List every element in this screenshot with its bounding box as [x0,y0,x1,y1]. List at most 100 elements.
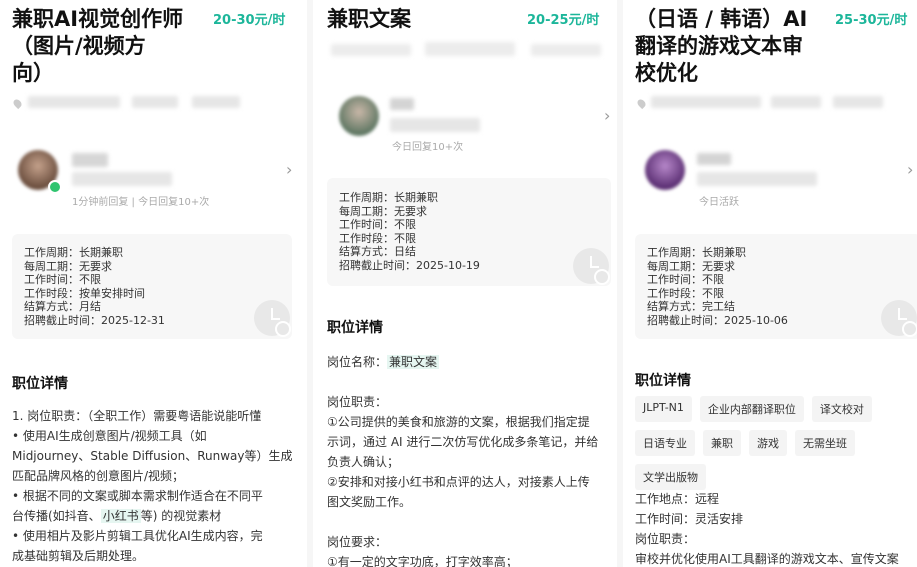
recruiter-name-redacted [390,98,414,110]
desc-line: 图文奖励工作。 [327,495,412,509]
clock-icon [254,300,291,337]
desc-line: 工作地点：远程 [635,492,720,506]
location-text-redacted [132,96,178,108]
info-weekly: 每周工期：无要求 [647,259,735,273]
location-text-redacted [192,96,240,108]
tag[interactable]: 译文校对 [811,396,872,422]
job-title-line: （图片/视频方 [12,34,146,58]
info-period: 工作周期：长期兼职 [647,246,746,259]
recruiter-name-redacted [697,153,731,165]
desc-line: Midjourney、Stable Diffusion、Runway等）生成 [12,449,293,463]
desc-line: • 根据不同的文案或脚本需求制作适合在不同平 [12,489,263,503]
highlight-link[interactable]: 小红书 [100,509,141,523]
chevron-right-icon[interactable]: › [286,160,292,179]
reply-stats: 今日活跃 [699,197,739,208]
info-weekly: 每周工期：无要求 [24,259,112,273]
job-title-line: 校优化 [635,61,698,85]
job-description: 1. 岗位职责：（全职工作）需要粤语能说能听懂 • 使用AI生成创意图片/视频工… [12,406,302,566]
location-text-redacted [833,96,883,108]
job-description: 岗位名称： 兼职文案 岗位职责： ①公司提供的美食和旅游的文案，根据我们指定提 示… [327,352,617,567]
salary-label: 20-30元/时 [213,13,286,28]
job-info-box: 工作周期：长期兼职 每周工期：无要求 工作时间：不限 工作时段：按单安排时间 结… [12,234,292,339]
location-text-redacted [28,96,120,108]
chevron-right-icon[interactable]: › [604,106,610,125]
desc-line: • 使用相片及影片剪辑工具优化AI生成内容，完 [12,529,263,543]
position-name-line: 岗位名称： 兼职文案 [327,352,617,372]
recruiter-company-redacted [72,172,172,186]
job-card-copywriter[interactable]: 兼职文案 20-25元/时 今日回复10+次 › 工作周期：长期兼职 每周工期：… [307,0,617,567]
section-title: 职位详情 [635,373,691,389]
section-title: 职位详情 [12,376,68,392]
location-text-redacted [651,96,761,108]
desc-line: ①有一定的文字功底，打字效率高； [327,555,518,567]
salary-label: 20-25元/时 [527,13,600,28]
job-title-line: （日语 / 韩语）AI [635,7,808,31]
desc-line: 示词，通过 AI 进行二次仿写优化成多条笔记，并给 [327,435,599,449]
job-title: （日语 / 韩语）AI 翻译的游戏文本审 校优化 [635,6,807,87]
location-icon [635,97,648,110]
tag[interactable]: 日语专业 [635,430,695,456]
tag[interactable]: 文学出版物 [635,464,706,490]
info-hours: 工作时间：不限 [647,273,724,287]
recruiter-avatar[interactable] [645,150,685,190]
job-listings-collage: 兼职AI视觉创作师 （图片/视频方 向） 20-30元/时 1分钟前回复 | 今… [0,0,917,567]
desc-line: 台传播(如抖音、 小红书 等) 的视觉素材 [12,506,302,526]
desc-line: ②安排和对接小红书和点评的达人，对接素人上传 [327,475,590,489]
info-timeslot: 工作时段：按单安排时间 [24,286,145,300]
location-text-redacted [425,42,515,56]
desc-line: 成基础剪辑及后期处理。 [12,549,145,563]
location-text-redacted [531,44,601,56]
salary-label: 25-30元/时 [835,13,908,28]
location-text-redacted [331,44,411,56]
info-hours: 工作时间：不限 [339,218,416,232]
position-label: 岗位名称： [327,355,388,369]
desc-line: 岗位职责： [635,532,696,546]
desc-text: 台传播(如抖音、 [12,509,101,523]
desc-line: 负责人确认； [327,455,400,469]
info-settlement: 结算方式：完工结 [647,300,735,314]
clock-icon [881,300,917,337]
recruiter-avatar[interactable] [339,96,379,136]
job-info-box: 工作周期：长期兼职 每周工期：无要求 工作时间：不限 工作时段：不限 结算方式：… [635,234,917,339]
info-deadline: 招聘截止时间：2025-10-19 [339,258,480,272]
job-title-line: 向） [12,61,54,85]
job-card-translation[interactable]: （日语 / 韩语）AI 翻译的游戏文本审 校优化 25-30元/时 今日活跃 ›… [617,0,917,567]
info-timeslot: 工作时段：不限 [647,286,724,300]
desc-line: 匹配品牌风格的创意图片/视频； [12,469,185,483]
info-deadline: 招聘截止时间：2025-12-31 [24,313,165,327]
location-text-redacted [771,96,821,108]
desc-line: 1. 岗位职责：（全职工作）需要粤语能说能听懂 [12,409,262,423]
recruiter-name-redacted [72,153,108,167]
chevron-right-icon[interactable]: › [907,160,913,179]
position-name-tag[interactable]: 兼职文案 [387,355,440,369]
tag[interactable]: 无需坐班 [795,430,855,456]
desc-line: • 使用AI生成创意图片/视频工具（如 [12,429,207,443]
info-hours: 工作时间：不限 [24,273,101,287]
recruiter-company-redacted [390,118,480,132]
job-title-line: 兼职AI视觉创作师 [12,7,184,31]
job-title: 兼职文案 [327,7,411,31]
desc-line: ①公司提供的美食和旅游的文案，根据我们指定提 [327,415,590,429]
job-title: 兼职AI视觉创作师 （图片/视频方 向） [12,6,183,87]
info-deadline: 招聘截止时间：2025-10-06 [647,313,788,327]
job-title-line: 翻译的游戏文本审 [635,34,803,58]
job-info-box: 工作周期：长期兼职 每周工期：无要求 工作时间：不限 工作时段：不限 结算方式：… [327,178,611,286]
tag[interactable]: JLPT-N1 [635,396,692,422]
duties-title: 岗位职责： [327,395,388,409]
reply-stats: 1分钟前回复 | 今日回复10+次 [72,197,210,208]
location-icon [11,97,24,110]
info-period: 工作周期：长期兼职 [339,191,438,204]
info-period: 工作周期：长期兼职 [24,246,123,259]
requirements-title: 岗位要求： [327,535,388,549]
tag[interactable]: 游戏 [749,430,787,456]
tag[interactable]: 兼职 [703,430,741,456]
desc-text: 等) 的视觉素材 [140,509,222,523]
reply-stats: 今日回复10+次 [392,142,464,153]
tag-list: JLPT-N1 企业内部翻译职位 译文校对 日语专业 兼职 游戏 无需坐班 文学… [635,396,905,490]
desc-line: 审校并优化使用AI工具翻译的游戏文本、宣传文案 [635,552,899,566]
recruiter-company-redacted [697,172,817,186]
job-card-ai-visual[interactable]: 兼职AI视觉创作师 （图片/视频方 向） 20-30元/时 1分钟前回复 | 今… [0,0,307,567]
info-timeslot: 工作时段：不限 [339,231,416,245]
job-description: 工作地点：远程 工作时间：灵活安排 岗位职责： 审校并优化使用AI工具翻译的游戏… [635,489,917,567]
tag[interactable]: 企业内部翻译职位 [699,396,804,422]
